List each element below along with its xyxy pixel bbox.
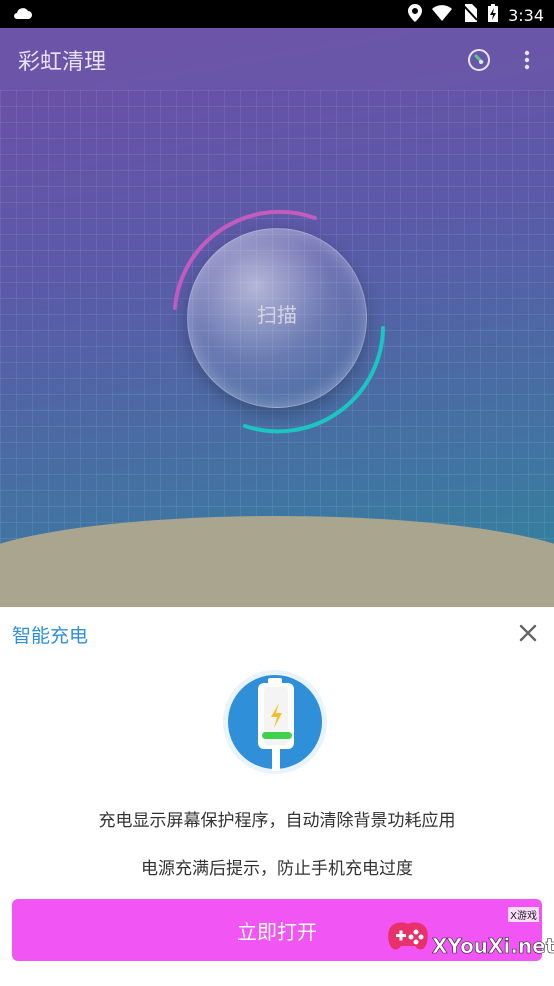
status-bar: 3:34 [0, 0, 554, 28]
battery-charging-icon [488, 4, 499, 26]
description-line-2: 电源充满后提示，防止手机充电过度 [141, 859, 413, 879]
toolbar: 彩虹清理 [0, 28, 554, 90]
charging-battery-icon [222, 669, 328, 775]
watermark-small-text: X游戏 [508, 907, 539, 922]
watermark-text: XYouXi.net [432, 934, 554, 959]
app-title: 彩虹清理 [18, 50, 107, 75]
scan-button[interactable]: 扫描 [187, 228, 367, 408]
location-icon [408, 4, 423, 26]
no-sim-icon [462, 4, 478, 26]
broom-icon[interactable] [466, 47, 492, 73]
description-line-1: 充电显示屏幕保护程序，自动清除背景功耗应用 [98, 811, 456, 831]
wifi-icon [432, 5, 453, 25]
sheet-title: 智能充电 [12, 625, 89, 647]
more-menu-icon[interactable] [514, 47, 540, 73]
gamepad-logo-icon [388, 922, 428, 950]
close-icon[interactable] [516, 621, 540, 645]
status-time: 3:34 [508, 5, 544, 25]
watermark: X游戏 XYouXi.net [384, 904, 554, 970]
cloud-icon [12, 5, 32, 24]
scan-ring[interactable]: 扫描 [155, 198, 400, 443]
scan-label: 扫描 [257, 303, 297, 327]
app-main: 彩虹清理 扫描 智能充电 充电显示屏幕保护程序，自动清除背景功耗应用 电源充满后… [0, 28, 554, 986]
